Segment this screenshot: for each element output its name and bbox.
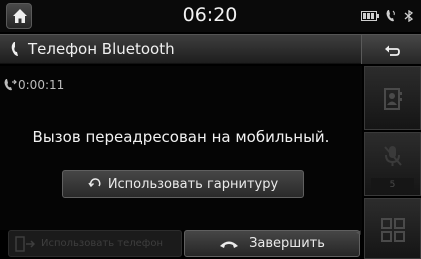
end-call-button[interactable]: Завершить [184,230,360,257]
phone-call-icon [386,10,395,22]
switch-audio-icon [88,178,101,188]
keypad-icon [380,218,405,242]
contacts-button[interactable] [364,66,421,130]
side-panel: 5 [364,66,421,259]
end-call-label: Завершить [249,236,325,251]
mute-button[interactable]: 5 [364,132,421,196]
hang-up-icon [220,241,239,248]
status-bar: 06:20 [0,0,421,32]
bottom-bar: Использовать телефон Завершить [0,230,362,259]
use-phone-button[interactable]: Использовать телефон [8,230,182,257]
home-icon [13,9,27,23]
phone-transfer-icon [15,235,35,252]
battery-icon [361,11,379,21]
page-title: Телефон Bluetooth [28,40,175,58]
mute-level: 5 [371,178,414,192]
back-button[interactable] [361,35,421,64]
phone-handset-icon [11,42,18,56]
panel-arrow-icon: ◂ [356,228,361,238]
clock: 06:20 [182,4,238,26]
keypad-button[interactable] [364,198,421,259]
contacts-icon [383,88,402,110]
use-headset-button[interactable]: Использовать гарнитуру [62,170,304,198]
call-timer: 0:00:11 [18,78,65,92]
use-headset-label: Использовать гарнитуру [107,176,279,192]
title-bar: Телефон Bluetooth [0,34,421,64]
call-in-progress-icon [4,79,17,91]
home-button[interactable] [6,3,32,29]
use-phone-label: Использовать телефон [41,238,164,249]
call-panel: 0:00:11 Вызов переадресован на мобильный… [0,66,362,230]
bluetooth-icon [404,10,414,22]
microphone-mute-icon [383,146,402,166]
status-icons [361,8,417,24]
call-status-message: Вызов переадресован на мобильный. [32,128,330,146]
back-arrow-icon [385,45,400,56]
